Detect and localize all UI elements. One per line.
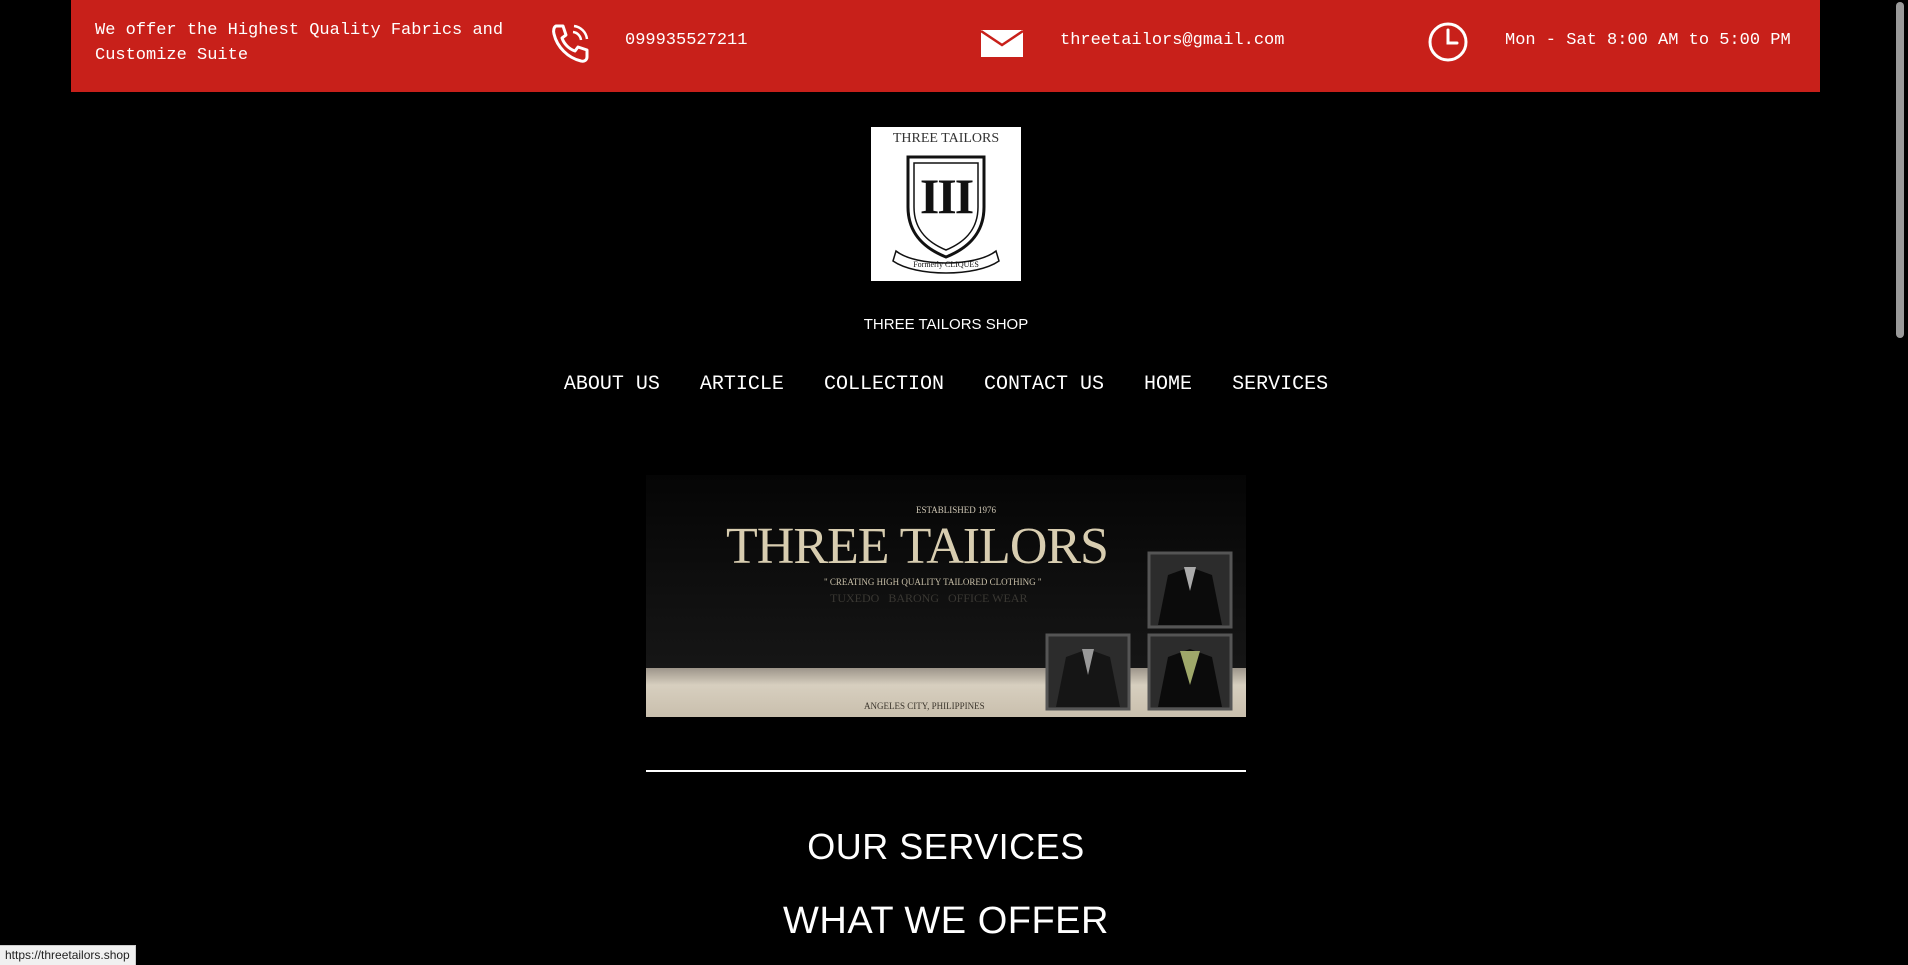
phone-number[interactable]: 099935527211 xyxy=(625,31,747,50)
hero-banner: ESTABLISHED 1976 THREE TAILORS " CREATIN… xyxy=(646,475,1246,717)
business-hours: Mon - Sat 8:00 AM to 5:00 PM xyxy=(1505,31,1791,50)
banner-established: ESTABLISHED 1976 xyxy=(915,505,997,515)
clock-icon xyxy=(1428,22,1468,62)
nav-item-home[interactable]: HOME xyxy=(1144,373,1192,396)
offer-heading: WHAT WE OFFER xyxy=(783,900,1109,942)
browser-status-url: https://threetailors.shop xyxy=(0,945,136,965)
section-divider xyxy=(646,770,1246,772)
logo-emblem-text: III xyxy=(919,168,974,224)
services-heading: OUR SERVICES xyxy=(807,826,1085,867)
banner-title: THREE TAILORS xyxy=(726,518,1109,575)
email-address[interactable]: threetailors@gmail.com xyxy=(1060,31,1284,50)
mail-icon xyxy=(981,30,1023,57)
suit-thumbnail-3 xyxy=(1147,633,1233,711)
scrollbar-thumb[interactable] xyxy=(1896,2,1904,338)
nav-item-services[interactable]: SERVICES xyxy=(1232,373,1328,396)
main-nav: ABOUT US ARTICLE COLLECTION CONTACT US H… xyxy=(0,373,1892,396)
nav-item-about-us[interactable]: ABOUT US xyxy=(564,373,660,396)
page-scrollbar[interactable] xyxy=(1892,0,1908,964)
suit-thumbnail-1 xyxy=(1147,551,1233,629)
nav-item-contact-us[interactable]: CONTACT US xyxy=(984,373,1104,396)
nav-item-collection[interactable]: COLLECTION xyxy=(824,373,944,396)
top-contact-bar: We offer the Highest Quality Fabrics and… xyxy=(71,0,1820,92)
suit-thumbnail-2 xyxy=(1045,633,1131,711)
shop-name[interactable]: THREE TAILORS SHOP xyxy=(0,316,1892,333)
banner-categories: TUXEDO BARONG OFFICE WEAR xyxy=(830,591,1028,605)
banner-tagline: " CREATING HIGH QUALITY TAILORED CLOTHIN… xyxy=(824,577,1042,587)
site-logo[interactable]: THREE TAILORS III Formerly CLIQUES xyxy=(871,127,1021,281)
logo-ribbon-text: Formerly CLIQUES xyxy=(913,260,979,269)
tagline-text: We offer the Highest Quality Fabrics and… xyxy=(95,21,504,65)
phone-icon xyxy=(552,24,589,63)
banner-location: ANGELES CITY, PHILIPPINES xyxy=(864,701,985,711)
nav-item-article[interactable]: ARTICLE xyxy=(700,373,784,396)
